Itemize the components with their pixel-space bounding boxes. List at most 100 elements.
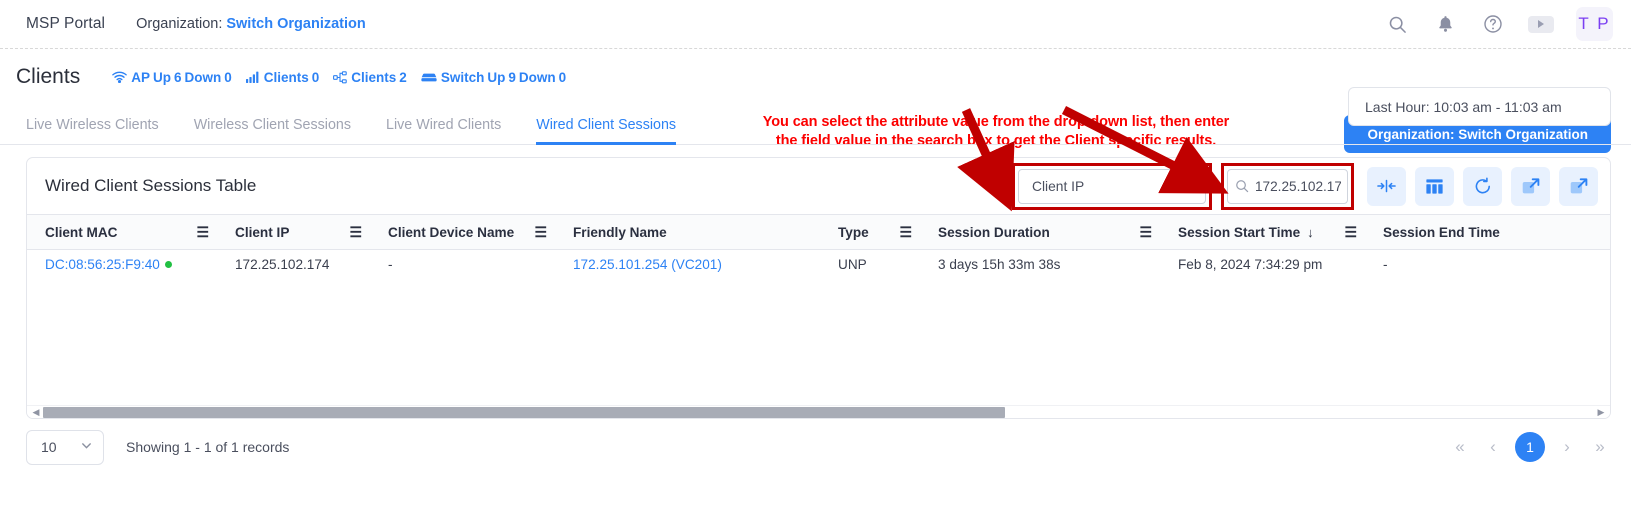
switch-organization-link[interactable]: Switch Organization [226,16,365,32]
cell-friendly-name: 172.25.101.254 (VC201) [555,250,820,280]
wired-client-sessions-card: Wired Client Sessions Table Client IP × [26,157,1611,419]
column-header-session-end-time-label: Session End Time [1383,224,1500,240]
column-header-client-device-name-label: Client Device Name [388,224,515,240]
table-footer: 10 Showing 1 - 1 of 1 records « ‹ 1 › » [0,419,1631,475]
sessions-table-wrap: Client MAC ☰ Client IP ☰ Client Device N… [27,214,1610,405]
stat-ap[interactable]: AP Up 6 Down 0 [112,70,232,85]
search-input-highlight: 172.25.102.174 [1221,162,1354,210]
stat-switch-label: Switch [440,69,485,85]
column-header-client-device-name[interactable]: Client Device Name ☰ [370,214,555,250]
cell-session-duration: 3 days 15h 33m 38s [938,257,1061,273]
page-title: Clients [16,65,81,88]
table-body: DC:08:56:25:F9:40 172.25.102.174 - 172.2… [27,250,1610,280]
tab-live-wireless-clients[interactable]: Live Wireless Clients [26,117,159,145]
column-header-friendly-name[interactable]: Friendly Name [555,214,820,250]
column-menu-icon[interactable]: ☰ [190,225,209,239]
column-header-session-duration[interactable]: Session Duration ☰ [920,214,1160,250]
chevron-down-icon[interactable] [1183,180,1196,193]
organization-indicator: Organization: Switch Organization [136,16,366,32]
stat-wired-clients[interactable]: Clients 2 [333,70,407,85]
cell-session-end-time: - [1383,257,1388,273]
table-head: Client MAC ☰ Client IP ☰ Client Device N… [27,214,1610,250]
column-menu-icon[interactable]: ☰ [893,225,912,239]
column-menu-icon[interactable]: ☰ [1133,225,1152,239]
next-page-button[interactable]: › [1556,436,1578,458]
stat-wireless-clients[interactable]: Clients 0 [245,69,319,85]
table-header-row: Client MAC ☰ Client IP ☰ Client Device N… [27,214,1610,250]
stat-wired-clients-value: 2 [399,69,407,85]
table-row[interactable]: DC:08:56:25:F9:40 172.25.102.174 - 172.2… [27,250,1610,280]
horizontal-scrollbar[interactable]: ◀ ▶ [27,405,1610,418]
play-video-icon[interactable] [1528,11,1554,37]
pagination: « ‹ 1 › » [1449,432,1611,462]
client-mac-link[interactable]: DC:08:56:25:F9:40 [45,257,160,272]
column-menu-icon[interactable]: ☰ [528,225,547,239]
stat-wired-clients-label: Clients [351,69,397,85]
column-header-client-mac[interactable]: Client MAC ☰ [27,214,217,250]
attribute-select-value: Client IP [1032,178,1085,194]
time-range-selector[interactable]: Last Hour: 10:03 am - 11:03 am [1348,87,1611,126]
tab-wireless-client-sessions[interactable]: Wireless Client Sessions [194,117,351,145]
search-icon[interactable] [1384,11,1410,37]
expand-icon[interactable] [1511,166,1550,206]
tab-wired-client-sessions[interactable]: Wired Client Sessions [536,117,677,145]
cell-type: UNP [838,257,867,273]
column-menu-icon[interactable]: ☰ [343,225,362,239]
online-status-dot-icon [164,261,172,269]
tab-live-wired-clients[interactable]: Live Wired Clients [386,117,501,145]
page-size-select[interactable]: 10 [26,429,104,465]
stat-switch-up-value: 9 [508,69,516,85]
scroll-left-icon[interactable]: ◀ [29,407,43,418]
network-nodes-icon [333,70,348,84]
first-page-button[interactable]: « [1449,436,1471,458]
column-header-client-mac-label: Client MAC [45,224,118,240]
stat-ap-down-label: Down [184,69,222,85]
column-header-friendly-name-label: Friendly Name [573,224,667,240]
app-brand: MSP Portal [26,15,106,32]
clear-icon[interactable]: × [1165,178,1174,195]
wifi-icon [112,71,127,83]
refresh-icon[interactable] [1463,166,1502,206]
stat-ap-down-value: 0 [224,69,232,85]
attribute-select[interactable]: Client IP × [1018,168,1206,204]
fit-columns-icon[interactable] [1367,166,1406,206]
records-summary: Showing 1 - 1 of 1 records [126,439,290,455]
column-menu-icon[interactable]: ☰ [1338,225,1357,239]
cell-session-start-time: Feb 8, 2024 7:34:29 pm [1178,257,1323,273]
column-header-session-start-time-label: Session Start Time [1178,224,1301,240]
help-icon[interactable] [1480,11,1506,37]
stat-wireless-clients-label: Clients [263,69,309,85]
sort-descending-icon[interactable]: ↓ [1307,225,1314,240]
global-topbar: MSP Portal Organization: Switch Organizat… [0,0,1631,49]
column-header-session-start-time[interactable]: Session Start Time ↓ ☰ [1160,214,1365,250]
scroll-right-icon[interactable]: ▶ [1594,407,1608,418]
cell-client-ip: 172.25.102.174 [235,257,330,273]
avatar[interactable]: T P [1576,7,1613,41]
switch-icon [421,72,437,83]
attribute-select-highlight: Client IP × [1012,162,1212,210]
previous-page-button[interactable]: ‹ [1482,436,1504,458]
page-button-1[interactable]: 1 [1515,432,1545,462]
scrollbar-track[interactable] [43,406,1594,418]
column-header-type[interactable]: Type ☰ [820,214,920,250]
column-header-session-end-time[interactable]: Session End Time [1365,214,1610,250]
page-size-value: 10 [41,439,57,455]
device-stats-group: AP Up 6 Down 0 Clients 0 Clients 2 Switc… [112,70,566,85]
chevron-down-icon[interactable] [80,439,93,455]
search-input[interactable]: 172.25.102.174 [1227,168,1348,204]
stat-ap-up-label: Up [152,69,171,85]
card-header: Wired Client Sessions Table Client IP × [27,158,1610,214]
friendly-name-link[interactable]: 172.25.101.254 (VC201) [573,257,722,272]
search-input-value: 172.25.102.174 [1255,178,1341,194]
stat-switch[interactable]: Switch Up 9 Down 0 [421,70,566,85]
column-header-type-label: Type [838,224,869,240]
scrollbar-thumb[interactable] [43,406,1005,418]
stat-ap-label: AP [131,69,150,85]
play-video-button[interactable] [1528,15,1554,33]
table-action-buttons [1367,166,1598,206]
export-icon[interactable] [1559,166,1598,206]
last-page-button[interactable]: » [1589,436,1611,458]
column-settings-icon[interactable] [1415,166,1454,206]
column-header-client-ip[interactable]: Client IP ☰ [217,214,370,250]
bell-icon[interactable] [1432,11,1458,37]
